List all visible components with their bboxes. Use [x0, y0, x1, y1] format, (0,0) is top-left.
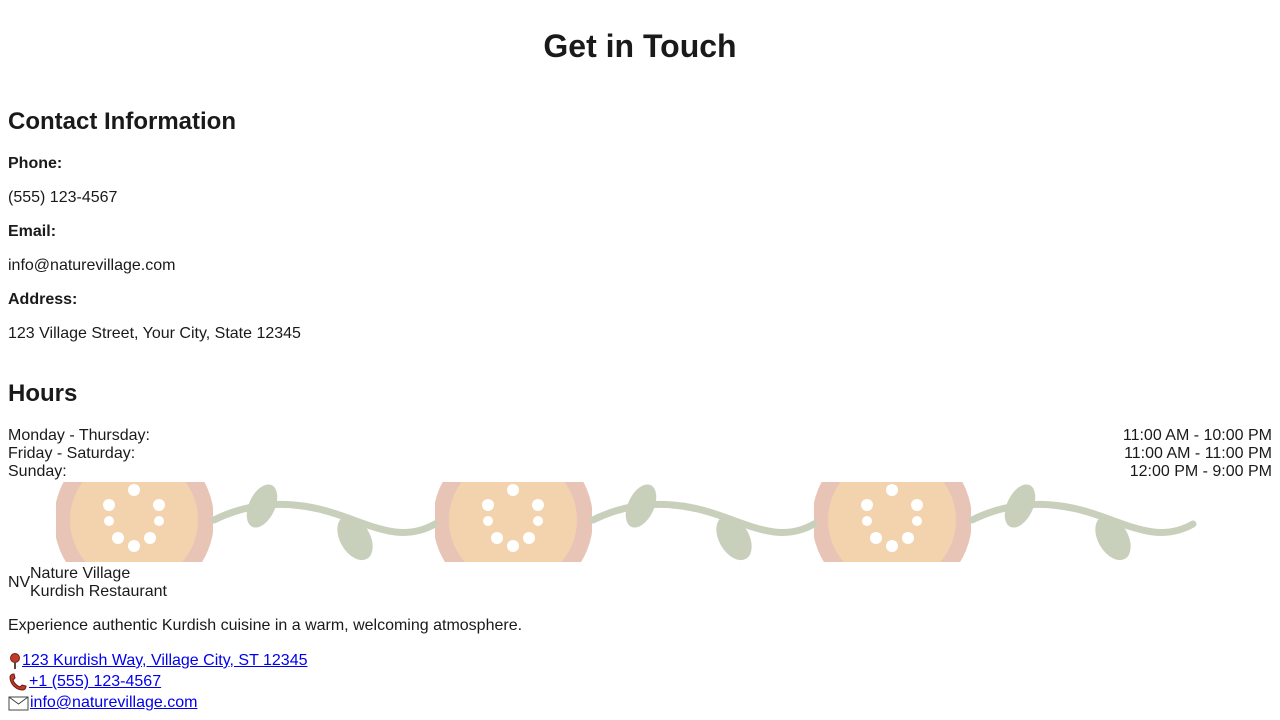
hours-time: 11:00 AM - 11:00 PM: [1124, 445, 1272, 462]
footer-phone-item: +1 (555) 123-4567: [8, 673, 161, 691]
hours-day: Monday - Thursday:: [8, 427, 150, 444]
hours-time: 12:00 PM - 9:00 PM: [1129, 463, 1272, 480]
phone-value: (555) 123-4567: [8, 189, 118, 206]
hours-day: Friday - Saturday:: [8, 445, 136, 462]
hours-row-weekdays: Monday - Thursday: 11:00 AM - 10:00 PM: [8, 427, 1272, 445]
phone-icon: [8, 673, 29, 691]
address-label: Address:: [8, 291, 78, 308]
brand-logo: NV: [8, 574, 31, 591]
footer-email-link[interactable]: info@naturevillage.com: [30, 694, 197, 712]
footer-phone-link[interactable]: +1 (555) 123-4567: [29, 673, 161, 691]
phone-label: Phone:: [8, 155, 63, 172]
footer-address-item: 123 Kurdish Way, Village City, ST 12345: [8, 652, 307, 670]
bread-motif: [433, 482, 593, 562]
hours-time: 11:00 AM - 10:00 PM: [1122, 427, 1272, 444]
hours-day: Sunday:: [8, 463, 67, 480]
contact-heading: Contact Information: [8, 108, 236, 135]
bread-motif: [54, 482, 214, 562]
brand-name-line1: Nature Village: [30, 565, 131, 582]
brand-name: Nature Village Kurdish Restaurant: [30, 565, 167, 601]
hours-heading: Hours: [8, 380, 78, 407]
bread-motif: [812, 482, 972, 562]
page-title: Get in Touch: [543, 28, 737, 64]
footer-email-item: info@naturevillage.com: [8, 694, 197, 712]
address-value: 123 Village Street, Your City, State 123…: [8, 325, 301, 342]
map-pin-icon: [8, 652, 22, 670]
decorative-bread-vine-divider: [0, 482, 1280, 562]
envelope-icon: [8, 694, 30, 712]
tagline: Experience authentic Kurdish cuisine in …: [8, 617, 523, 634]
footer-address-link[interactable]: 123 Kurdish Way, Village City, ST 12345: [22, 652, 307, 670]
hours-row-sunday: Sunday: 12:00 PM - 9:00 PM: [8, 463, 1272, 481]
hours-row-weekend: Friday - Saturday: 11:00 AM - 11:00 PM: [8, 445, 1272, 463]
brand-name-line2: Kurdish Restaurant: [30, 583, 167, 600]
email-value: info@naturevillage.com: [8, 257, 176, 274]
email-label: Email:: [8, 223, 57, 240]
